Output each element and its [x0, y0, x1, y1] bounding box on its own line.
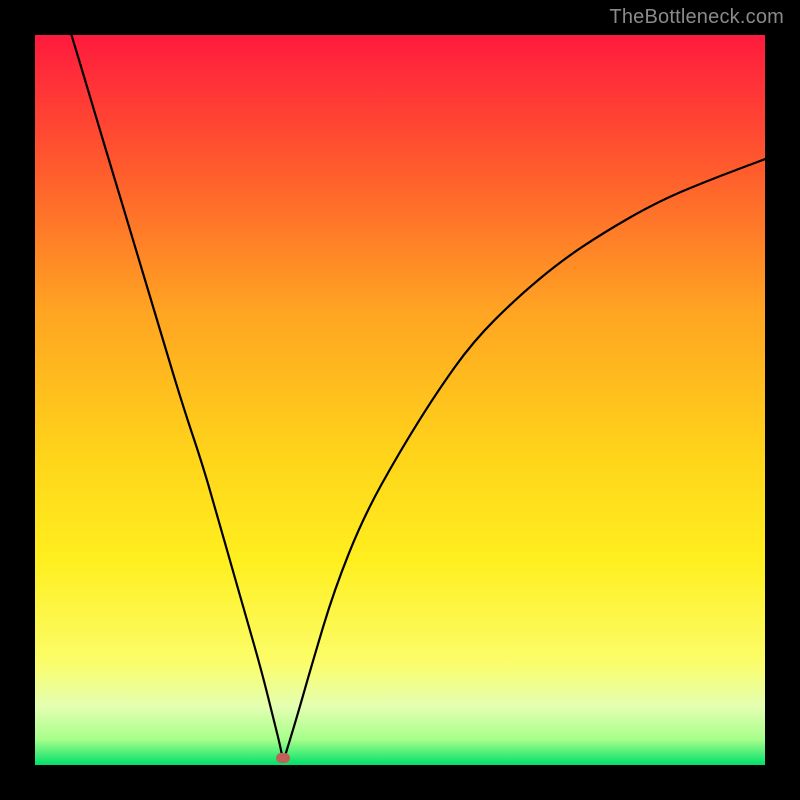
plot-area — [35, 35, 765, 765]
chart-frame: TheBottleneck.com — [0, 0, 800, 800]
watermark-label: TheBottleneck.com — [609, 6, 784, 29]
optimal-point-marker — [276, 753, 290, 763]
curve-svg — [35, 35, 765, 765]
bottleneck-curve — [72, 35, 766, 758]
